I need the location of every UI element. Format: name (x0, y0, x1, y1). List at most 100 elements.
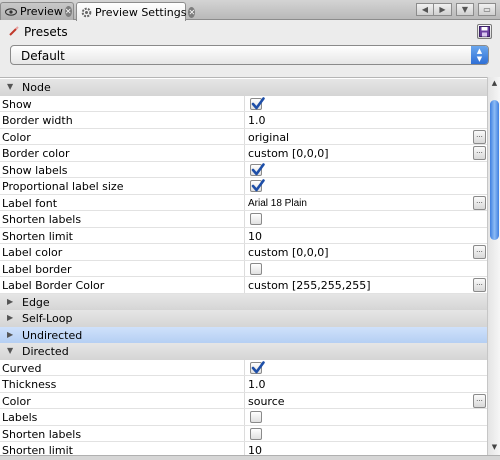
category-directed[interactable]: ▼ Directed (0, 343, 487, 360)
property-checkbox[interactable] (250, 162, 265, 176)
property-value[interactable]: custom [255,255,255] (248, 279, 371, 292)
column-divider (244, 194, 245, 211)
category-self-loop[interactable]: ▶ Self-Loop (0, 310, 487, 327)
column-divider (244, 161, 245, 178)
scroll-up-icon[interactable]: ▲ (489, 79, 500, 89)
property-name: Border width (2, 114, 73, 127)
tab-preview-settings-close-icon[interactable]: ✕ (188, 6, 196, 18)
property-value[interactable]: 1.0 (248, 378, 266, 391)
property-name: Color (2, 130, 31, 144)
property-row: Label border (0, 260, 487, 277)
scroll-down-icon[interactable]: ▼ (489, 443, 500, 453)
expand-triangle-right-icon[interactable]: ▶ (7, 297, 15, 306)
property-row: Border width 1.0 (0, 112, 487, 129)
property-row: Show (0, 95, 487, 112)
category-label: Undirected (22, 328, 83, 342)
property-row: Thickness 1.0 (0, 376, 487, 393)
property-checkbox[interactable] (250, 179, 265, 192)
ellipsis-editor-button[interactable]: ... (473, 278, 486, 292)
property-name: Label border (2, 262, 72, 276)
tab-preview-settings[interactable]: Preview Settings ✕ (76, 2, 196, 21)
category-label: Edge (22, 295, 50, 309)
property-checkbox[interactable] (250, 96, 265, 110)
ellipsis-editor-button[interactable]: ... (473, 393, 486, 408)
tab-scroll-left-icon[interactable]: ◀ (416, 3, 434, 16)
tab-preview-label: Preview (20, 5, 63, 18)
property-value[interactable]: 10 (248, 230, 262, 243)
scrollbar-thumb[interactable] (490, 100, 499, 240)
property-value[interactable]: custom [0,0,0] (248, 147, 329, 160)
column-divider (244, 244, 245, 261)
tab-preview[interactable]: Preview ✕ (0, 2, 74, 20)
tab-preview-settings-label: Preview Settings (95, 5, 187, 19)
category-node[interactable]: ▼ Node (0, 79, 487, 96)
property-name: Label color (2, 246, 63, 259)
property-value[interactable]: source (248, 395, 285, 408)
property-name: Color (2, 394, 31, 408)
tab-bar: Preview ✕ Preview Settings ✕ ◀ ▶ ▼ ▭ (0, 0, 500, 21)
property-value[interactable]: 10 (248, 444, 262, 455)
category-edge[interactable]: ▶ Edge (0, 293, 487, 310)
property-checkbox[interactable] (250, 360, 265, 374)
save-preset-button[interactable] (477, 24, 492, 39)
column-divider (244, 211, 245, 228)
expand-triangle-right-icon[interactable]: ▶ (7, 314, 15, 322)
property-name: Proportional label size (2, 180, 124, 193)
property-name: Labels (2, 411, 38, 424)
property-value[interactable]: 1.0 (248, 114, 266, 127)
ellipsis-editor-button[interactable]: ... (473, 245, 486, 259)
column-divider (244, 392, 245, 409)
property-row: Label font Arial 18 Plain... (0, 194, 487, 211)
property-checkbox[interactable] (250, 262, 262, 275)
property-row: Curved (0, 359, 487, 376)
tab-scroll-right-icon[interactable]: ▶ (434, 3, 452, 16)
category-label: Node (22, 81, 51, 94)
property-name: Shorten limit (2, 444, 73, 455)
column-divider (244, 145, 245, 162)
tab-list-dropdown-icon[interactable]: ▼ (456, 3, 474, 16)
property-name: Shorten labels (2, 427, 82, 441)
property-value[interactable]: original (248, 131, 289, 144)
expand-triangle-down-icon[interactable]: ▼ (7, 347, 15, 355)
tab-nav-buttons: ◀ ▶ ▼ ▭ (416, 3, 496, 16)
property-row: Label Border Color custom [255,255,255]..… (0, 277, 487, 294)
property-row: Shorten limit 10 (0, 227, 487, 244)
maximize-window-icon[interactable]: ▭ (478, 3, 496, 16)
preview-eye-icon (5, 6, 17, 18)
column-divider (244, 178, 245, 195)
bottom-edge (0, 455, 500, 460)
vertical-scrollbar[interactable]: ▲ ▼ (487, 77, 500, 455)
property-name: Thickness (2, 378, 57, 391)
expand-triangle-down-icon[interactable]: ▼ (7, 83, 15, 91)
property-row: Shorten labels (0, 425, 487, 442)
tab-preview-close-icon[interactable]: ✕ (64, 6, 72, 17)
property-name: Label Border Color (2, 279, 105, 292)
ellipsis-editor-button[interactable]: ... (473, 146, 486, 160)
gear-icon (81, 6, 92, 18)
expand-triangle-right-icon[interactable]: ▶ (7, 330, 15, 339)
property-checkbox[interactable] (250, 427, 262, 440)
presets-header: Presets (0, 21, 500, 43)
property-name: Show labels (2, 163, 68, 177)
category-undirected[interactable]: ▶ Undirected (0, 326, 487, 343)
category-label: Directed (22, 345, 69, 358)
category-label: Self-Loop (22, 312, 73, 325)
column-divider (244, 227, 245, 244)
presets-dropdown[interactable]: Default ▲ ▼ (10, 45, 489, 65)
property-sheet: ▼ Node Show Border width 1.0 Color original...… (0, 77, 487, 455)
column-divider (244, 359, 245, 376)
column-divider (244, 376, 245, 393)
property-name: Shorten limit (2, 229, 73, 243)
column-divider (244, 112, 245, 129)
property-row: Proportional label size (0, 178, 487, 195)
column-divider (244, 277, 245, 294)
property-row: Shorten limit 10 (0, 442, 487, 455)
property-checkbox[interactable] (250, 213, 262, 225)
property-name: Show (2, 97, 32, 111)
property-value[interactable]: Arial 18 Plain (248, 198, 307, 209)
property-row: Color source... (0, 392, 487, 409)
property-checkbox[interactable] (250, 411, 262, 423)
ellipsis-editor-button[interactable]: ... (473, 195, 486, 210)
property-value[interactable]: custom [0,0,0] (248, 246, 329, 259)
ellipsis-editor-button[interactable]: ... (473, 129, 486, 144)
